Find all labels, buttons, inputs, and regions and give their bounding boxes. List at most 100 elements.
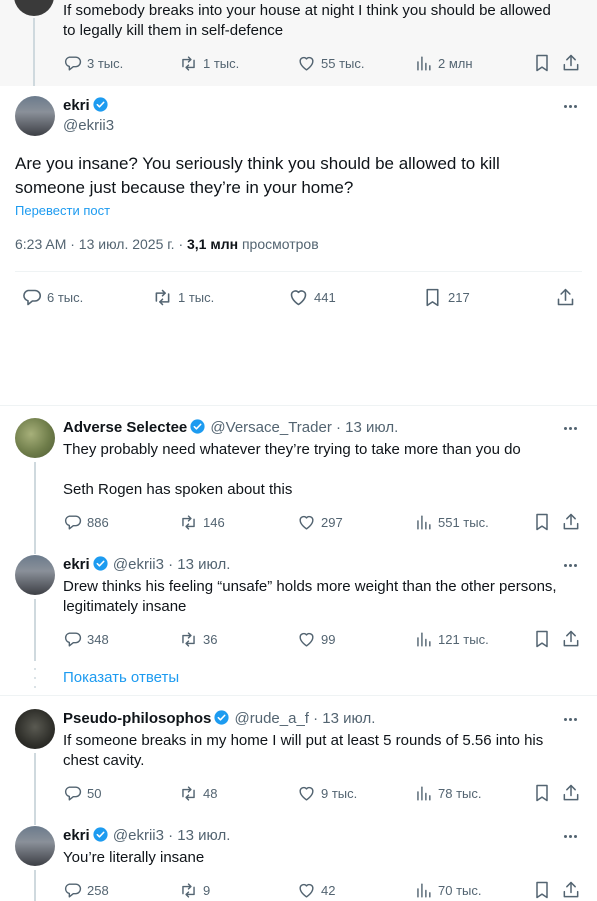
like-button[interactable]: 441: [288, 287, 336, 307]
tweet-text: If somebody breaks into your house at ni…: [63, 2, 551, 19]
like-count: 9 тыс.: [321, 785, 358, 801]
like-count: 441: [314, 289, 336, 305]
reply-time[interactable]: · 13 июл.: [313, 710, 375, 727]
author-handle[interactable]: @ekrii3: [63, 116, 114, 136]
reply-button[interactable]: 6 тыс.: [21, 287, 83, 307]
like-icon: [288, 287, 309, 308]
avatar[interactable]: [15, 96, 55, 136]
repost-button[interactable]: 9: [179, 880, 210, 900]
bookmark-button[interactable]: [532, 629, 552, 649]
author-handle[interactable]: @rude_a_f: [235, 710, 309, 727]
repost-count: 146: [203, 514, 225, 530]
bookmark-button[interactable]: [532, 880, 552, 900]
bookmark-icon: [532, 512, 552, 532]
share-button[interactable]: [561, 512, 581, 532]
like-button[interactable]: 55 тыс.: [297, 53, 364, 73]
repost-button[interactable]: 36: [179, 629, 217, 649]
reply-time[interactable]: · 13 июл.: [168, 556, 230, 573]
avatar[interactable]: [15, 826, 55, 866]
reply-header: ekri @ekrii3 · 13 июл.: [63, 826, 230, 844]
share-button[interactable]: [561, 783, 581, 803]
share-icon: [561, 783, 581, 803]
bookmark-icon: [532, 783, 552, 803]
reply-icon: [63, 881, 82, 900]
share-icon: [555, 287, 576, 308]
avatar[interactable]: [15, 418, 55, 458]
repost-icon: [179, 784, 198, 803]
more-icon[interactable]: [560, 555, 580, 575]
reply-time[interactable]: · 13 июл.: [336, 419, 398, 436]
thread-dots: [33, 668, 37, 688]
more-icon[interactable]: [560, 96, 580, 116]
repost-count: 36: [203, 631, 218, 647]
reply-icon: [63, 784, 82, 803]
thread-line: [34, 870, 36, 901]
like-button[interactable]: 42: [297, 880, 335, 900]
reply-count: 348: [87, 631, 109, 647]
like-icon: [297, 513, 316, 532]
like-button[interactable]: 99: [297, 629, 335, 649]
avatar[interactable]: [15, 555, 55, 595]
author-handle[interactable]: @Versace_Trader: [210, 419, 331, 436]
reply-count: 50: [87, 785, 102, 801]
repost-icon: [179, 630, 198, 649]
divider: [15, 271, 582, 272]
translate-link[interactable]: Перевести пост: [15, 203, 110, 218]
verified-badge-icon: [214, 710, 229, 725]
reply-button[interactable]: 3 тыс.: [63, 53, 123, 73]
author-handle[interactable]: @ekrii3: [113, 827, 164, 844]
author-name[interactable]: ekri: [63, 827, 90, 844]
author-name[interactable]: Pseudo-philosophos: [63, 710, 211, 727]
reply-time[interactable]: · 13 июл.: [168, 827, 230, 844]
more-icon[interactable]: [560, 709, 580, 729]
repost-button[interactable]: 1 тыс.: [152, 287, 214, 307]
bookmark-button[interactable]: [532, 512, 552, 532]
reply-button[interactable]: 886: [63, 512, 109, 532]
reply-icon: [21, 287, 42, 308]
thread-line: [34, 753, 36, 825]
like-count: 297: [321, 514, 343, 530]
author-name[interactable]: ekri: [63, 96, 109, 115]
share-button[interactable]: [561, 880, 581, 900]
share-button[interactable]: [561, 629, 581, 649]
views-count: 551 тыс.: [438, 514, 489, 530]
bookmark-button[interactable]: [532, 53, 552, 73]
repost-count: 1 тыс.: [203, 55, 240, 71]
parent-tweet[interactable]: If somebody breaks into your house at ni…: [0, 0, 597, 86]
more-icon[interactable]: [560, 418, 580, 438]
avatar[interactable]: [14, 0, 54, 16]
views-button[interactable]: 121 тыс.: [414, 629, 489, 649]
repost-button[interactable]: 1 тыс.: [179, 53, 239, 73]
like-button[interactable]: 297: [297, 512, 343, 532]
avatar[interactable]: [15, 709, 55, 749]
bookmark-button[interactable]: [532, 783, 552, 803]
divider: [0, 695, 597, 696]
repost-button[interactable]: 146: [179, 512, 225, 532]
bookmark-icon: [532, 53, 552, 73]
share-button[interactable]: [561, 53, 581, 73]
reply-button[interactable]: 348: [63, 629, 109, 649]
repost-icon: [179, 881, 198, 900]
like-button[interactable]: 9 тыс.: [297, 783, 357, 803]
views-button[interactable]: 551 тыс.: [414, 512, 489, 532]
author-name[interactable]: Adverse Selectee: [63, 419, 187, 436]
more-icon[interactable]: [560, 826, 580, 846]
reply-text: They probably need whatever they’re tryi…: [63, 441, 521, 458]
author-handle[interactable]: @ekrii3: [113, 556, 164, 573]
reply-button[interactable]: 50: [63, 783, 101, 803]
author-name[interactable]: ekri: [63, 556, 90, 573]
repost-button[interactable]: 48: [179, 783, 217, 803]
views-count: 70 тыс.: [438, 882, 482, 898]
views-button[interactable]: 70 тыс.: [414, 880, 481, 900]
reply-button[interactable]: 258: [63, 880, 109, 900]
reply-text: Drew thinks his feeling “unsafe” holds m…: [63, 578, 557, 595]
like-count: 55 тыс.: [321, 55, 365, 71]
repost-count: 1 тыс.: [178, 289, 215, 305]
reply-icon: [63, 630, 82, 649]
views-button[interactable]: 78 тыс.: [414, 783, 481, 803]
bookmark-button[interactable]: 217: [422, 287, 470, 307]
share-button[interactable]: [555, 287, 575, 307]
reply-count: 886: [87, 514, 109, 530]
show-replies-link[interactable]: Показать ответы: [63, 669, 179, 686]
views-button[interactable]: 2 млн: [414, 53, 473, 73]
